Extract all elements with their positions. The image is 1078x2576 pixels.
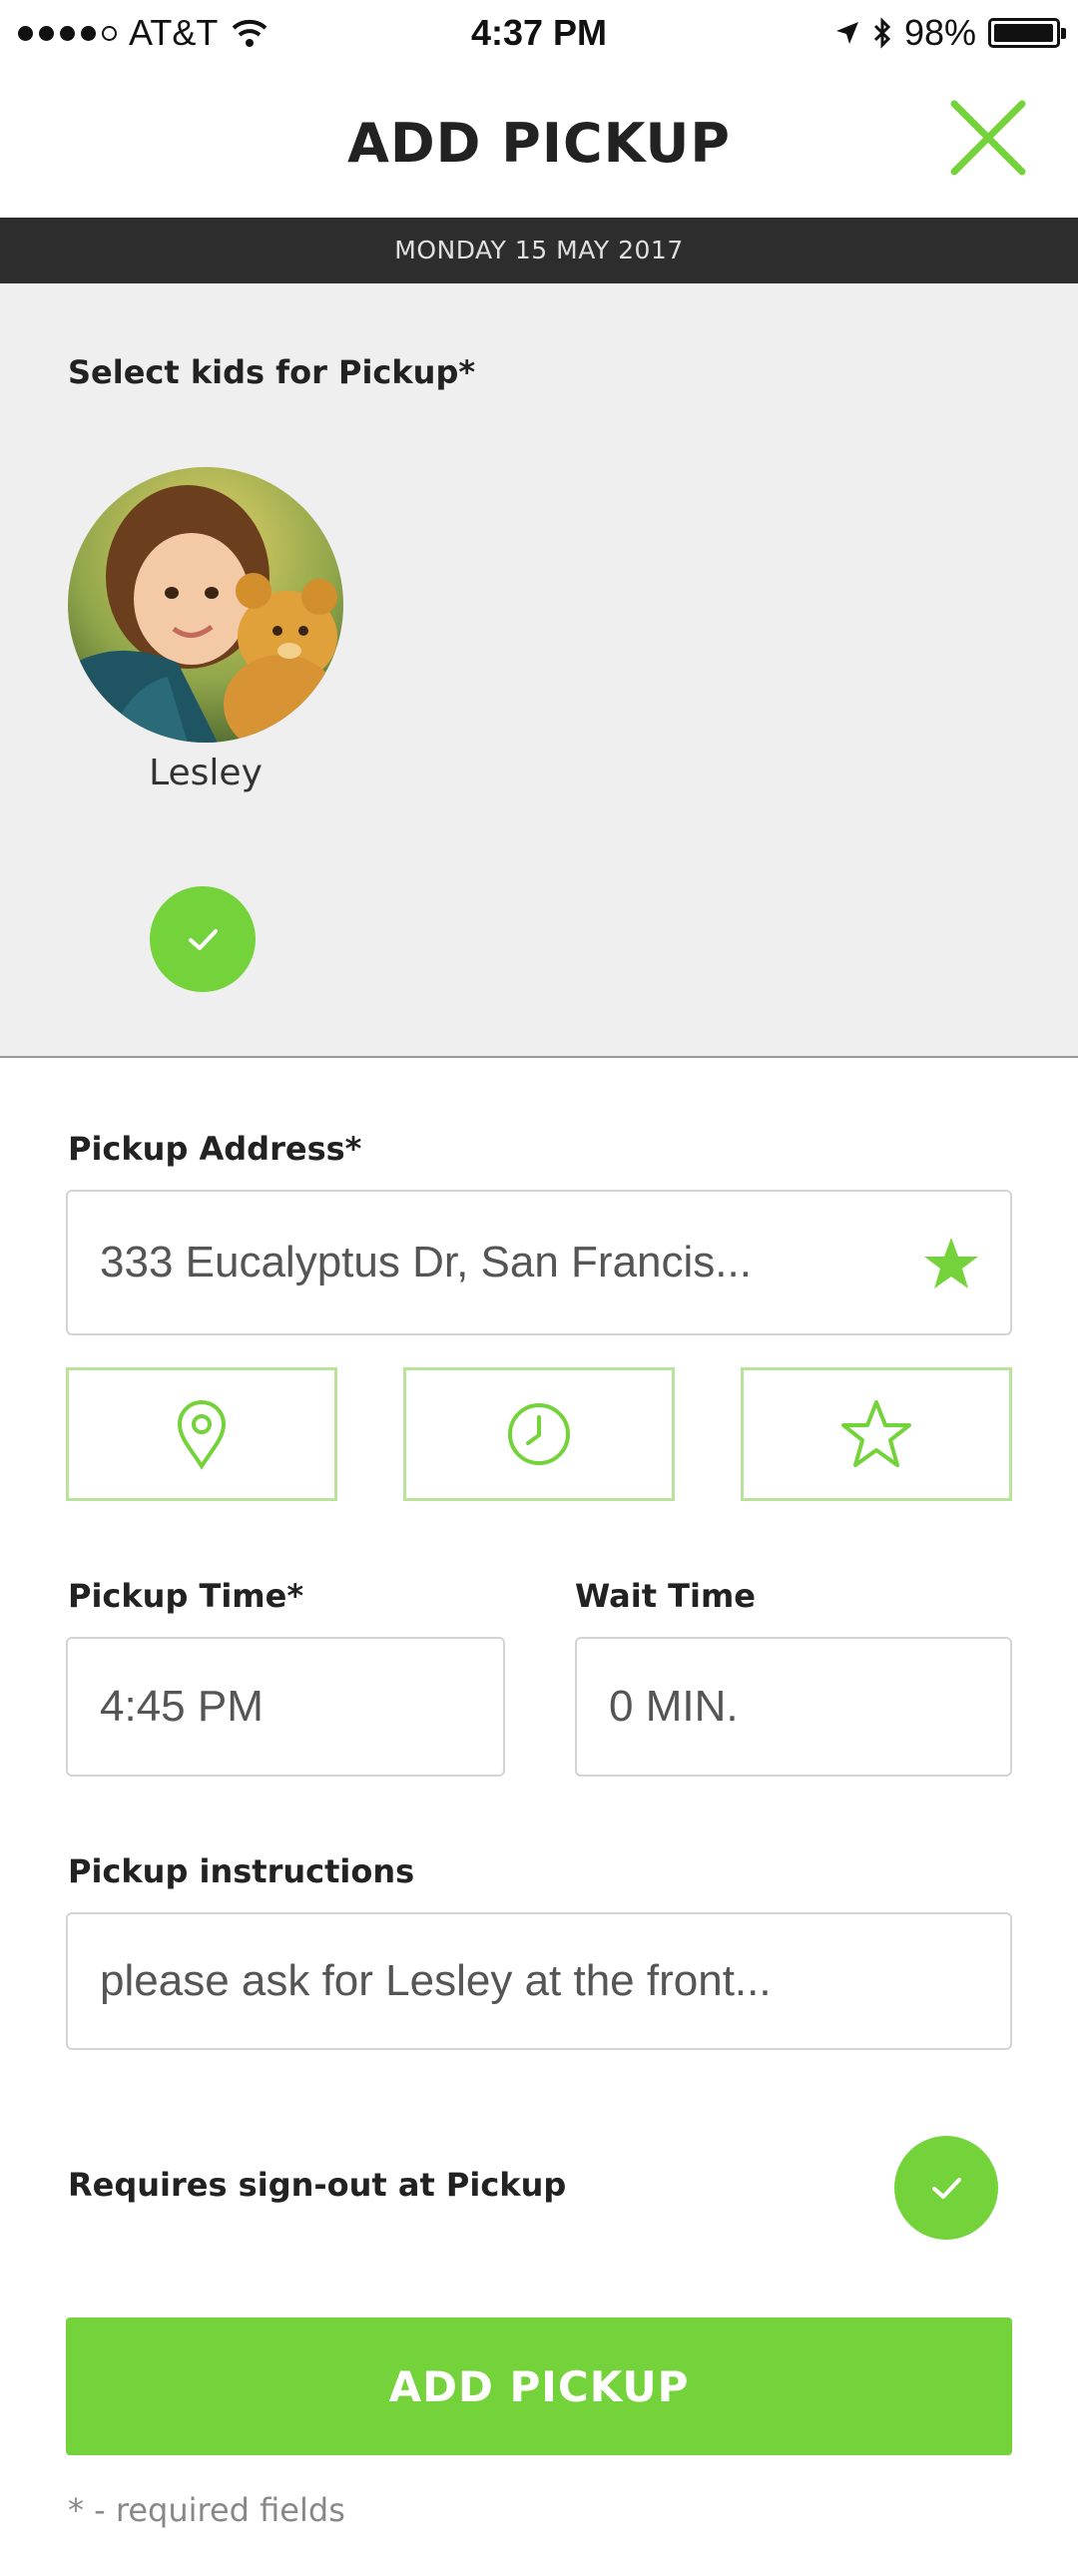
wait-time-value: 0 MIN. [609, 1682, 739, 1731]
favorite-addresses-button[interactable] [741, 1367, 1012, 1501]
wait-time-label: Wait Time [575, 1577, 756, 1615]
add-pickup-button[interactable]: ADD PICKUP [66, 2318, 1012, 2455]
wait-time-field[interactable]: 0 MIN. [575, 1637, 1012, 1777]
nav-bar: ADD PICKUP [0, 72, 1078, 218]
bluetooth-icon [873, 17, 891, 49]
location-arrow-icon [835, 22, 858, 44]
pickup-time-label: Pickup Time* [68, 1577, 304, 1615]
sign-out-label: Requires sign-out at Pickup [68, 2166, 567, 2204]
address-field[interactable]: 333 Eucalyptus Dr, San Francis... [66, 1190, 1012, 1335]
address-value: 333 Eucalyptus Dr, San Francis... [100, 1238, 752, 1287]
instructions-label: Pickup instructions [68, 1852, 415, 1890]
avatar[interactable] [68, 467, 343, 743]
battery-fill [994, 24, 1053, 42]
map-pin-button[interactable] [66, 1367, 337, 1501]
map-pin-icon [177, 1400, 227, 1470]
child-photo [68, 467, 343, 743]
required-fields-note: * - required fields [68, 2491, 345, 2529]
close-button[interactable] [946, 96, 1030, 180]
page-title: ADD PICKUP [347, 112, 731, 175]
address-label: Pickup Address* [68, 1130, 362, 1168]
kid-selected-check[interactable] [150, 886, 256, 992]
kid-name: Lesley [149, 753, 263, 793]
status-right: 98% [834, 12, 1066, 54]
pickup-time-field[interactable]: 4:45 PM [66, 1637, 505, 1777]
battery-icon [988, 18, 1066, 48]
checkmark-icon [932, 2178, 961, 2199]
status-bar: AT&T 4:37 PM 98% [0, 0, 1078, 72]
star-outline-icon [841, 1400, 911, 1467]
kids-section-label: Select kids for Pickup* [68, 353, 476, 391]
sign-out-toggle[interactable] [894, 2136, 998, 2240]
recent-addresses-button[interactable] [403, 1367, 675, 1501]
clock-icon [508, 1403, 570, 1465]
pickup-time-value: 4:45 PM [100, 1682, 264, 1731]
star-icon[interactable] [922, 1236, 980, 1291]
instructions-value: please ask for Lesley at the front... [100, 1956, 772, 2005]
battery-percent: 98% [903, 12, 976, 53]
checkmark-icon [189, 929, 218, 950]
kids-section: Select kids for Pickup* Lesley [0, 283, 1078, 1058]
close-icon [950, 100, 1026, 176]
date-banner: MONDAY 15 MAY 2017 [0, 218, 1078, 283]
instructions-field[interactable]: please ask for Lesley at the front... [66, 1912, 1012, 2050]
